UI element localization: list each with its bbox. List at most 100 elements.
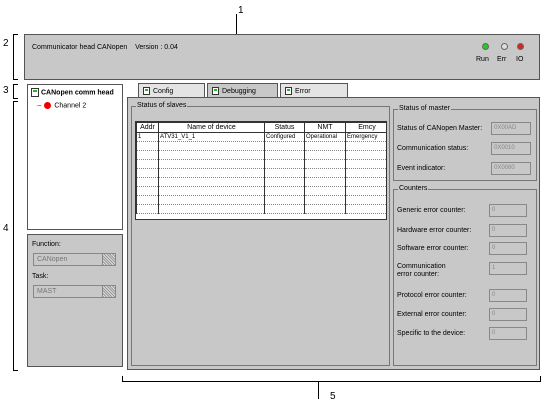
callout-4: 4 — [3, 223, 9, 234]
table-row[interactable] — [136, 177, 386, 187]
empty-cell — [136, 159, 159, 169]
err-led-icon — [501, 43, 508, 50]
empty-cell — [136, 186, 159, 196]
empty-cell — [158, 204, 265, 214]
function-panel: Function: CANopen Task: MAST — [27, 234, 123, 367]
empty-cell — [264, 150, 305, 160]
column-header[interactable]: NMT — [304, 122, 346, 133]
empty-cell — [158, 186, 265, 196]
device-name-cell: ATV31_V1_1 — [158, 132, 265, 142]
hardware-error-value: 0 — [489, 224, 527, 237]
empty-cell — [345, 204, 386, 214]
callout-4-bracket — [13, 101, 14, 371]
dropdown-icon[interactable] — [102, 286, 115, 297]
external-error-label: External error counter: — [397, 311, 467, 318]
master-group: Status of master Status of CANopen Maste… — [393, 105, 537, 181]
generic-error-label: Generic error counter: — [397, 207, 466, 214]
empty-cell — [158, 168, 265, 178]
task-select[interactable]: MAST — [33, 285, 116, 298]
counters-group: Counters Generic error counter: 0 Hardwa… — [393, 185, 537, 366]
device-specific-label: Specific to the device: — [397, 330, 466, 337]
table-row[interactable] — [136, 141, 386, 151]
empty-cell — [136, 150, 159, 160]
empty-cell — [136, 177, 159, 187]
callout-2: 2 — [3, 38, 9, 49]
empty-cell — [264, 195, 305, 205]
tab-debugging[interactable]: Debugging — [207, 83, 278, 98]
tab-error-label: Error — [295, 87, 311, 95]
empty-cell — [158, 177, 265, 187]
tree-item-channel-2[interactable]: ·– Channel 2 — [36, 102, 86, 109]
software-error-label: Software error counter: — [397, 245, 469, 252]
table-row[interactable] — [136, 195, 386, 205]
empty-cell — [264, 204, 305, 214]
table-row[interactable] — [136, 186, 386, 196]
status-cell: Configured — [264, 132, 305, 142]
function-value: CANopen — [37, 256, 68, 263]
tree-child-label: Channel 2 — [54, 102, 87, 110]
module-header: Communicator head CANopen Version : 0.04… — [24, 34, 540, 80]
empty-cell — [345, 195, 386, 205]
column-header[interactable]: Addr — [136, 122, 159, 133]
callout-3: 3 — [3, 85, 9, 96]
tree-root-item[interactable]: CANopen comm head — [31, 88, 114, 97]
callout-2-bracket — [13, 34, 14, 80]
empty-cell — [304, 195, 346, 205]
tree-root-label: CANopen comm head — [41, 89, 114, 97]
config-tab-icon — [143, 87, 150, 95]
tree-connector-icon: ·– — [36, 103, 42, 110]
run-led-label: Run — [476, 56, 489, 63]
empty-cell — [345, 177, 386, 187]
error-tab-icon — [285, 87, 292, 95]
column-header[interactable]: Name of device — [158, 122, 265, 133]
callout-4-tick-bottom — [13, 370, 18, 371]
empty-cell — [304, 159, 346, 169]
empty-cell — [264, 186, 305, 196]
callout-5-tick-right — [540, 376, 541, 382]
empty-cell — [136, 195, 159, 205]
communication-error-value: 1 — [489, 262, 527, 275]
empty-cell — [264, 159, 305, 169]
counters-group-title: Counters — [398, 185, 429, 192]
run-led-icon — [482, 43, 489, 50]
table-row[interactable] — [136, 150, 386, 160]
hardware-error-label: Hardware error counter: — [397, 227, 472, 234]
io-led-label: IO — [516, 56, 524, 63]
err-led-label: Err — [497, 56, 507, 63]
communication-error-label: Communication error counter: — [397, 263, 446, 278]
tab-config[interactable]: Config — [138, 83, 205, 97]
empty-cell — [136, 141, 159, 151]
callout-4-tick-top — [13, 101, 18, 102]
empty-cell — [158, 141, 265, 151]
dropdown-icon[interactable] — [102, 254, 115, 265]
empty-cell — [264, 141, 305, 151]
callout-5-stem — [318, 381, 319, 399]
column-header[interactable]: Emcy — [345, 122, 386, 133]
function-select[interactable]: CANopen — [33, 253, 116, 266]
debugging-tab-icon — [212, 87, 219, 95]
column-header[interactable]: Status — [264, 122, 305, 133]
table-row[interactable] — [136, 159, 386, 169]
empty-cell — [304, 150, 346, 160]
empty-cell — [345, 186, 386, 196]
callout-5: 5 — [330, 391, 336, 402]
channel-error-icon — [44, 102, 52, 109]
module-title: Communicator head CANopen Version : 0.04 — [32, 44, 178, 51]
device-specific-value: 0 — [489, 327, 527, 340]
tab-error[interactable]: Error — [280, 83, 348, 97]
communication-status-label: Communication status: — [397, 145, 469, 152]
generic-error-value: 0 — [489, 204, 527, 217]
table-row[interactable] — [136, 204, 386, 214]
empty-cell — [345, 150, 386, 160]
nmt-cell: Operational — [304, 132, 346, 142]
empty-cell — [136, 204, 159, 214]
task-value: MAST — [37, 288, 57, 295]
table-row[interactable] — [136, 168, 386, 178]
emcy-cell: Emergency — [345, 132, 386, 142]
callout-5-tick-left — [122, 376, 123, 382]
table-row[interactable]: 1 ATV31_V1_1 Configured Operational Emer… — [136, 132, 386, 142]
empty-cell — [158, 159, 265, 169]
slaves-group: Status of slaves Addr Name of device Sta… — [131, 102, 390, 366]
slaves-table[interactable]: Addr Name of device Status NMT Emcy 1 AT… — [135, 121, 387, 220]
master-group-title: Status of master — [398, 105, 451, 112]
